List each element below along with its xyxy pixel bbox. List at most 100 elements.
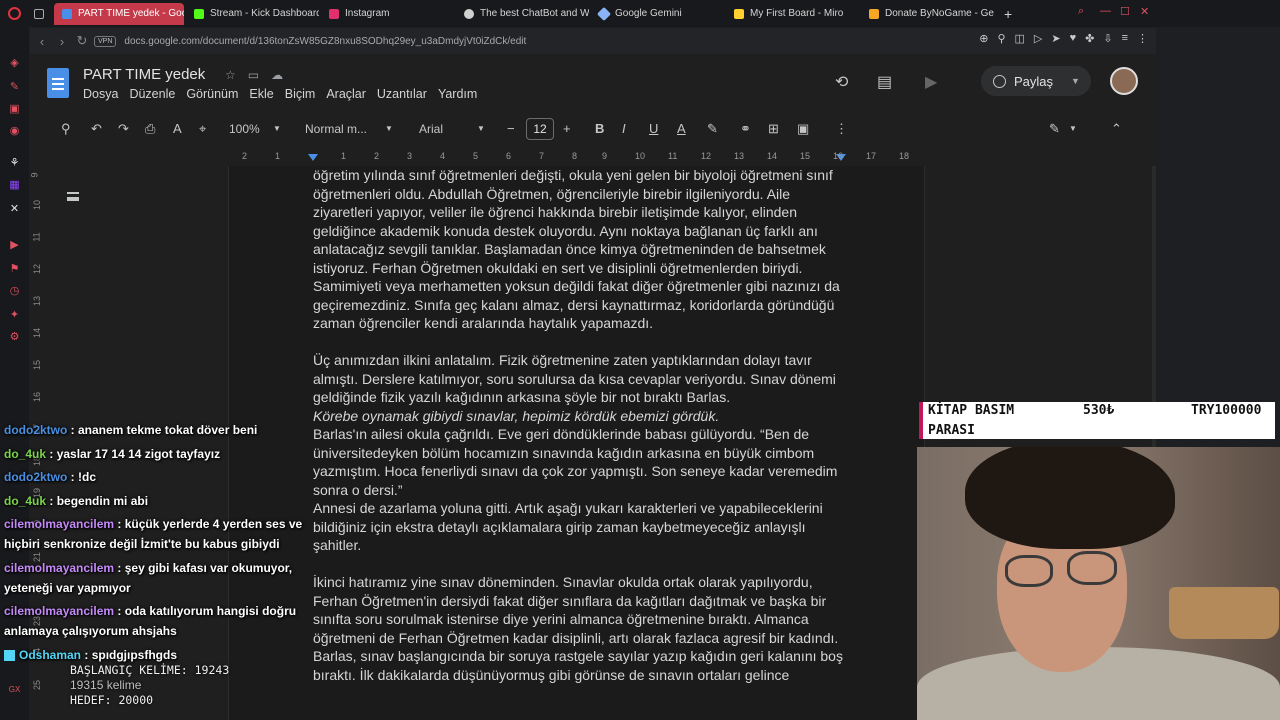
document-outline-icon[interactable] xyxy=(67,192,79,201)
vpn-badge[interactable]: VPN xyxy=(94,35,117,47)
comments-icon[interactable]: ▤ xyxy=(877,72,892,92)
tab-kick-dashboard[interactable]: Stream - Kick Dashboard xyxy=(186,3,319,25)
text-color-icon[interactable]: A xyxy=(677,121,686,136)
indent-marker[interactable] xyxy=(308,154,318,161)
document-title[interactable]: PART TIME yedek xyxy=(83,66,205,83)
ruler-tick-label: 13 xyxy=(734,151,745,161)
italic-icon[interactable]: I xyxy=(622,121,626,136)
maximize-icon[interactable]: ☐ xyxy=(1120,5,1130,18)
chevron-down-icon[interactable]: ▼ xyxy=(1069,124,1077,133)
document-page[interactable]: öğretim yılında sınıf öğretmenleri değiş… xyxy=(228,166,925,720)
extensions-icon[interactable]: ✦ xyxy=(8,309,21,322)
ai-icon[interactable]: ✎ xyxy=(8,81,21,94)
insert-image-icon[interactable]: ▣ xyxy=(797,121,809,137)
avatar[interactable] xyxy=(1110,67,1138,95)
easy-setup-icon[interactable]: ≡ xyxy=(1122,32,1128,45)
menu-edit[interactable]: Düzenle xyxy=(129,87,175,101)
tab-chatbot[interactable]: The best ChatBot and W xyxy=(456,3,589,25)
meet-camera-icon[interactable]: ▶ xyxy=(925,72,937,92)
document-body[interactable]: öğretim yılında sınıf öğretmenleri değiş… xyxy=(313,166,853,703)
increase-font-icon[interactable]: + xyxy=(563,121,571,136)
chevron-down-icon[interactable]: ▼ xyxy=(273,124,281,133)
chatgpt-icon[interactable]: ⚘ xyxy=(8,157,21,170)
heart-icon[interactable]: ♥ xyxy=(1070,32,1077,45)
aria-icon[interactable]: ◈ xyxy=(8,57,21,70)
start-word-count: BAŞLANGIÇ KELİME: 19243 xyxy=(70,663,230,677)
tab-gemini[interactable]: Google Gemini xyxy=(591,3,724,25)
extensions-puzzle-icon[interactable]: ✤ xyxy=(1085,32,1094,45)
send-icon[interactable]: ➤ xyxy=(1051,32,1060,45)
tab-miro[interactable]: My First Board - Miro xyxy=(726,3,859,25)
link-icon[interactable]: ⚭ xyxy=(740,121,751,137)
tab-bynogame[interactable]: Donate ByNoGame - Geic xyxy=(861,3,994,25)
play-icon[interactable]: ▷ xyxy=(1034,32,1042,45)
menu-tools[interactable]: Araçlar xyxy=(326,87,366,101)
tab-google-docs[interactable]: PART TIME yedek - Goog xyxy=(54,2,184,25)
search-icon[interactable]: ⌕ xyxy=(1078,5,1084,18)
back-arrow-icon[interactable]: ‹ xyxy=(32,34,52,49)
settings-gear-icon[interactable]: ⚙ xyxy=(8,331,21,344)
tab-overview-icon[interactable] xyxy=(28,3,52,25)
tab-label: Instagram xyxy=(345,8,390,19)
zoom-select[interactable]: 100% xyxy=(229,122,260,136)
chat-username: dodo2ktwo xyxy=(4,423,68,437)
stream-chat-overlay: dodo2ktwo : ananem tekme tokat döver ben… xyxy=(0,420,312,668)
editing-mode-icon[interactable]: ✎ xyxy=(1049,121,1060,137)
share-button[interactable]: Paylaş ▼ xyxy=(981,66,1091,96)
pin-icon[interactable]: ⚲ xyxy=(997,32,1005,45)
spellcheck-icon[interactable]: A xyxy=(173,121,182,136)
twitch-icon[interactable]: ▦ xyxy=(8,179,21,192)
address-bar-actions: ⊕ ⚲ ◫ ▷ ➤ ♥ ✤ ⇩ ≡ ⋮ xyxy=(979,32,1148,45)
forward-arrow-icon[interactable]: › xyxy=(52,34,72,49)
minimize-icon[interactable]: — xyxy=(1100,5,1111,17)
chevron-down-icon[interactable]: ▼ xyxy=(1071,76,1080,86)
hide-menus-chevron-up-icon[interactable]: ⌃ xyxy=(1111,121,1122,137)
cloud-status-icon[interactable]: ☁ xyxy=(271,68,283,82)
menu-dots-icon[interactable]: ⋮ xyxy=(1137,32,1148,45)
gx-icon[interactable]: GX xyxy=(8,683,21,696)
workspace-icon[interactable]: ◉ xyxy=(8,125,21,138)
paint-format-icon[interactable]: ⌖ xyxy=(199,121,206,137)
menu-file[interactable]: Dosya xyxy=(83,87,118,101)
x-icon[interactable]: ✕ xyxy=(8,203,21,216)
undo-icon[interactable]: ↶ xyxy=(91,121,102,137)
star-icon[interactable]: ☆ xyxy=(225,68,236,82)
print-icon[interactable]: ⎙ xyxy=(145,121,155,137)
snapshot-icon[interactable]: ◫ xyxy=(1015,32,1025,45)
version-history-icon[interactable]: ⟲ xyxy=(835,72,848,92)
opera-logo-icon[interactable] xyxy=(0,0,28,27)
font-size-input[interactable]: 12 xyxy=(526,118,554,140)
font-select[interactable]: Arial xyxy=(419,122,443,136)
new-tab-plus-icon[interactable]: + xyxy=(996,3,1016,25)
style-select[interactable]: Normal m... xyxy=(305,122,367,136)
ruler-tick-label: 25 xyxy=(32,679,43,691)
close-icon[interactable]: ✕ xyxy=(1140,5,1149,18)
zoom-icon[interactable]: ⊕ xyxy=(979,32,988,45)
highlight-icon[interactable]: ✎ xyxy=(707,121,718,137)
redo-icon[interactable]: ↷ xyxy=(118,121,129,137)
add-comment-icon[interactable]: ⊞ xyxy=(768,121,779,137)
menu-extensions[interactable]: Uzantılar xyxy=(377,87,427,101)
downloads-icon[interactable]: ⇩ xyxy=(1103,32,1112,45)
history-icon[interactable]: ◷ xyxy=(8,285,21,298)
underline-icon[interactable]: U xyxy=(649,121,658,136)
player-icon[interactable]: ▶ xyxy=(8,239,21,252)
bold-icon[interactable]: B xyxy=(595,121,604,136)
pinboard-icon[interactable]: ⚑ xyxy=(8,263,21,276)
search-menus-icon[interactable]: ⚲ xyxy=(61,121,71,137)
chatbot-favicon-icon xyxy=(464,8,474,19)
url-field[interactable]: VPN docs.google.com/document/d/136tonZsW… xyxy=(94,31,994,51)
more-options-icon[interactable]: ⋮ xyxy=(835,121,848,137)
chevron-down-icon[interactable]: ▼ xyxy=(477,124,485,133)
decrease-font-icon[interactable]: − xyxy=(507,121,515,136)
chevron-down-icon[interactable]: ▼ xyxy=(385,124,393,133)
tab-instagram[interactable]: Instagram xyxy=(321,3,454,25)
docs-logo-icon[interactable] xyxy=(47,68,69,98)
crypto-wallet-icon[interactable]: ▣ xyxy=(8,103,21,116)
menu-format[interactable]: Biçim xyxy=(285,87,316,101)
menu-view[interactable]: Görünüm xyxy=(186,87,238,101)
menu-insert[interactable]: Ekle xyxy=(249,87,273,101)
move-folder-icon[interactable]: ▭ xyxy=(248,68,259,82)
menu-help[interactable]: Yardım xyxy=(438,87,477,101)
reload-icon[interactable]: ↻ xyxy=(72,33,92,49)
